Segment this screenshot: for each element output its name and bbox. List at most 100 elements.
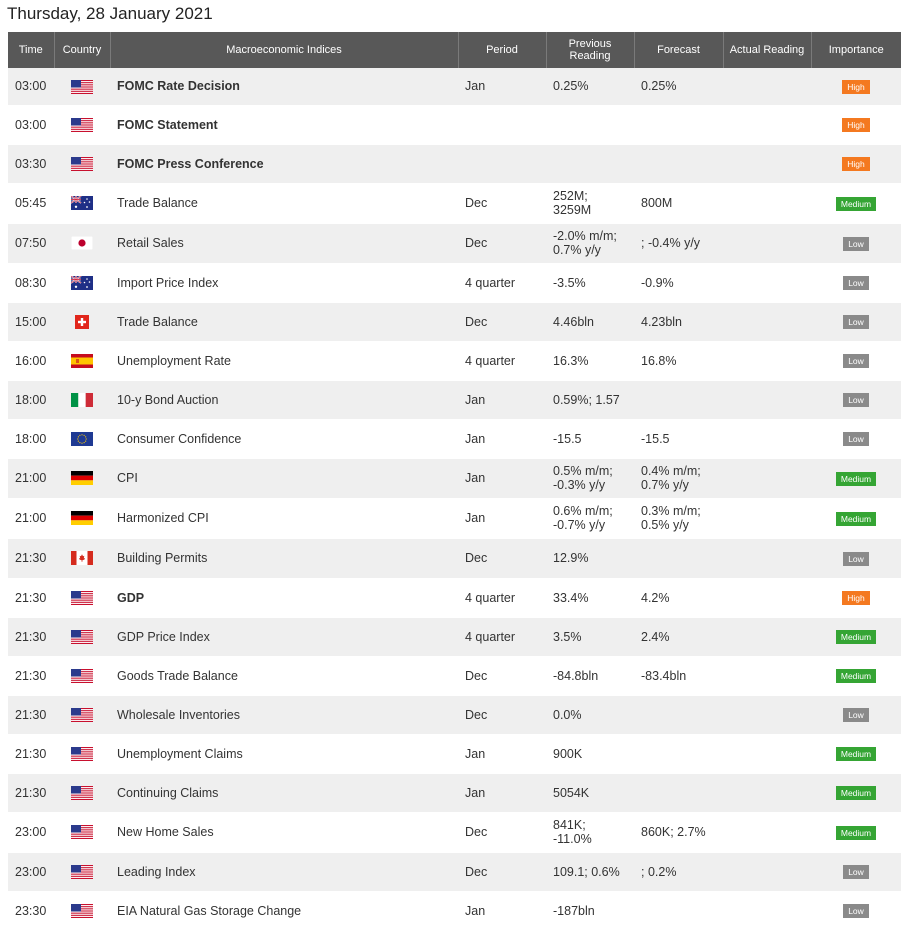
country-cell bbox=[54, 812, 110, 853]
period-cell: Jan bbox=[458, 773, 546, 813]
index-cell[interactable]: Wholesale Inventories bbox=[110, 695, 458, 735]
index-cell[interactable]: 10-y Bond Auction bbox=[110, 380, 458, 420]
actual-cell bbox=[723, 773, 811, 813]
index-cell[interactable]: Trade Balance bbox=[110, 302, 458, 342]
page-title: Thursday, 28 January 2021 bbox=[7, 4, 213, 23]
index-cell[interactable]: Consumer Confidence bbox=[110, 419, 458, 459]
table-row[interactable]: 21:00 CPI Jan 0.5% m/m; -0.3% y/y 0.4% m… bbox=[8, 458, 901, 499]
table-row[interactable]: 18:00 10-y Bond Auction Jan 0.59%; 1.57 … bbox=[8, 380, 901, 420]
de-flag-icon bbox=[71, 471, 93, 486]
index-cell[interactable]: Trade Balance bbox=[110, 183, 458, 224]
table-row[interactable]: 21:30 GDP Price Index 4 quarter 3.5% 2.4… bbox=[8, 617, 901, 657]
previous-cell: 16.3% bbox=[546, 341, 634, 381]
importance-cell: Low bbox=[811, 263, 901, 303]
index-cell[interactable]: Unemployment Claims bbox=[110, 734, 458, 774]
previous-cell: 0.5% m/m; -0.3% y/y bbox=[546, 458, 634, 499]
index-cell[interactable]: GDP bbox=[110, 578, 458, 618]
forecast-cell bbox=[634, 734, 723, 774]
previous-cell: -187bln bbox=[546, 891, 634, 931]
index-cell[interactable]: Building Permits bbox=[110, 538, 458, 579]
table-row[interactable]: 21:00 Harmonized CPI Jan 0.6% m/m; -0.7%… bbox=[8, 498, 901, 539]
country-cell bbox=[54, 380, 110, 420]
time-cell: 21:30 bbox=[8, 656, 54, 696]
actual-cell bbox=[723, 578, 811, 618]
index-cell[interactable]: Leading Index bbox=[110, 852, 458, 892]
table-row[interactable]: 21:30 Continuing Claims Jan 5054K Medium bbox=[8, 773, 901, 813]
us-flag-icon bbox=[71, 79, 93, 94]
table-row[interactable]: 23:00 New Home Sales Dec 841K; -11.0% 86… bbox=[8, 812, 901, 853]
time-cell: 21:30 bbox=[8, 538, 54, 579]
table-row[interactable]: 15:00 Trade Balance Dec 4.46bln 4.23bln … bbox=[8, 302, 901, 342]
us-flag-icon bbox=[71, 903, 93, 918]
index-cell[interactable]: FOMC Statement bbox=[110, 105, 458, 145]
header-index: Macroeconomic Indices bbox=[110, 32, 459, 68]
period-cell: Dec bbox=[458, 695, 546, 735]
time-cell: 23:00 bbox=[8, 812, 54, 853]
table-row[interactable]: 03:00 FOMC Statement High bbox=[8, 105, 901, 145]
country-cell bbox=[54, 144, 110, 184]
index-cell[interactable]: Goods Trade Balance bbox=[110, 656, 458, 696]
forecast-cell bbox=[634, 105, 723, 145]
forecast-cell: 4.2% bbox=[634, 578, 723, 618]
importance-cell: Low bbox=[811, 341, 901, 381]
time-cell: 21:30 bbox=[8, 695, 54, 735]
period-cell: Jan bbox=[458, 891, 546, 931]
previous-cell: 4.46bln bbox=[546, 302, 634, 342]
actual-cell bbox=[723, 105, 811, 145]
index-cell[interactable]: Unemployment Rate bbox=[110, 341, 458, 381]
table-row[interactable]: 21:30 Unemployment Claims Jan 900K Mediu… bbox=[8, 734, 901, 774]
index-cell[interactable]: New Home Sales bbox=[110, 812, 458, 853]
table-row[interactable]: 21:30 GDP 4 quarter 33.4% 4.2% High bbox=[8, 578, 901, 618]
table-row[interactable]: 21:30 Goods Trade Balance Dec -84.8bln -… bbox=[8, 656, 901, 696]
previous-cell: -15.5 bbox=[546, 419, 634, 459]
index-cell[interactable]: Harmonized CPI bbox=[110, 498, 458, 539]
forecast-cell bbox=[634, 380, 723, 420]
period-cell bbox=[458, 105, 546, 145]
previous-cell bbox=[546, 144, 634, 184]
table-row[interactable]: 23:00 Leading Index Dec 109.1; 0.6% ; 0.… bbox=[8, 852, 901, 892]
forecast-cell: 16.8% bbox=[634, 341, 723, 381]
table-row[interactable]: 05:45 Trade Balance Dec 252M; 3259M 800M… bbox=[8, 183, 901, 224]
us-flag-icon bbox=[71, 707, 93, 722]
country-cell bbox=[54, 891, 110, 931]
index-cell[interactable]: Retail Sales bbox=[110, 223, 458, 264]
index-cell[interactable]: Continuing Claims bbox=[110, 773, 458, 813]
table-row[interactable]: 03:30 FOMC Press Conference High bbox=[8, 144, 901, 184]
index-cell[interactable]: FOMC Press Conference bbox=[110, 144, 458, 184]
time-cell: 15:00 bbox=[8, 302, 54, 342]
previous-cell: -3.5% bbox=[546, 263, 634, 303]
actual-cell bbox=[723, 380, 811, 420]
index-cell[interactable]: GDP Price Index bbox=[110, 617, 458, 657]
actual-cell bbox=[723, 263, 811, 303]
table-row[interactable]: 21:30 Wholesale Inventories Dec 0.0% Low bbox=[8, 695, 901, 735]
table-row[interactable]: 23:30 EIA Natural Gas Storage Change Jan… bbox=[8, 891, 901, 931]
previous-cell: 252M; 3259M bbox=[546, 183, 634, 224]
header-previous-label: Previous Reading bbox=[568, 38, 612, 62]
importance-badge: Low bbox=[843, 354, 869, 368]
time-cell: 21:30 bbox=[8, 617, 54, 657]
country-cell bbox=[54, 68, 110, 106]
country-cell bbox=[54, 263, 110, 303]
index-cell[interactable]: Import Price Index bbox=[110, 263, 458, 303]
forecast-cell bbox=[634, 695, 723, 735]
index-cell[interactable]: EIA Natural Gas Storage Change bbox=[110, 891, 458, 931]
time-cell: 03:00 bbox=[8, 105, 54, 145]
table-row[interactable]: 21:30 Building Permits Dec 12.9% Low bbox=[8, 538, 901, 579]
country-cell bbox=[54, 656, 110, 696]
table-row[interactable]: 03:00 FOMC Rate Decision Jan 0.25% 0.25%… bbox=[8, 68, 901, 106]
ch-flag-icon bbox=[71, 314, 93, 329]
table-row[interactable]: 18:00 Consumer Confidence Jan -15.5 -15.… bbox=[8, 419, 901, 459]
table-row[interactable]: 08:30 Import Price Index 4 quarter -3.5%… bbox=[8, 263, 901, 303]
index-cell[interactable]: CPI bbox=[110, 458, 458, 499]
index-cell[interactable]: FOMC Rate Decision bbox=[110, 68, 458, 106]
time-cell: 21:00 bbox=[8, 498, 54, 539]
importance-cell: Medium bbox=[811, 734, 901, 774]
header-importance: Importance bbox=[811, 32, 901, 68]
table-row[interactable]: 07:50 Retail Sales Dec -2.0% m/m; 0.7% y… bbox=[8, 223, 901, 264]
period-cell: Dec bbox=[458, 183, 546, 224]
importance-cell: Medium bbox=[811, 773, 901, 813]
table-row[interactable]: 16:00 Unemployment Rate 4 quarter 16.3% … bbox=[8, 341, 901, 381]
actual-cell bbox=[723, 617, 811, 657]
actual-cell bbox=[723, 891, 811, 931]
period-cell: Dec bbox=[458, 656, 546, 696]
